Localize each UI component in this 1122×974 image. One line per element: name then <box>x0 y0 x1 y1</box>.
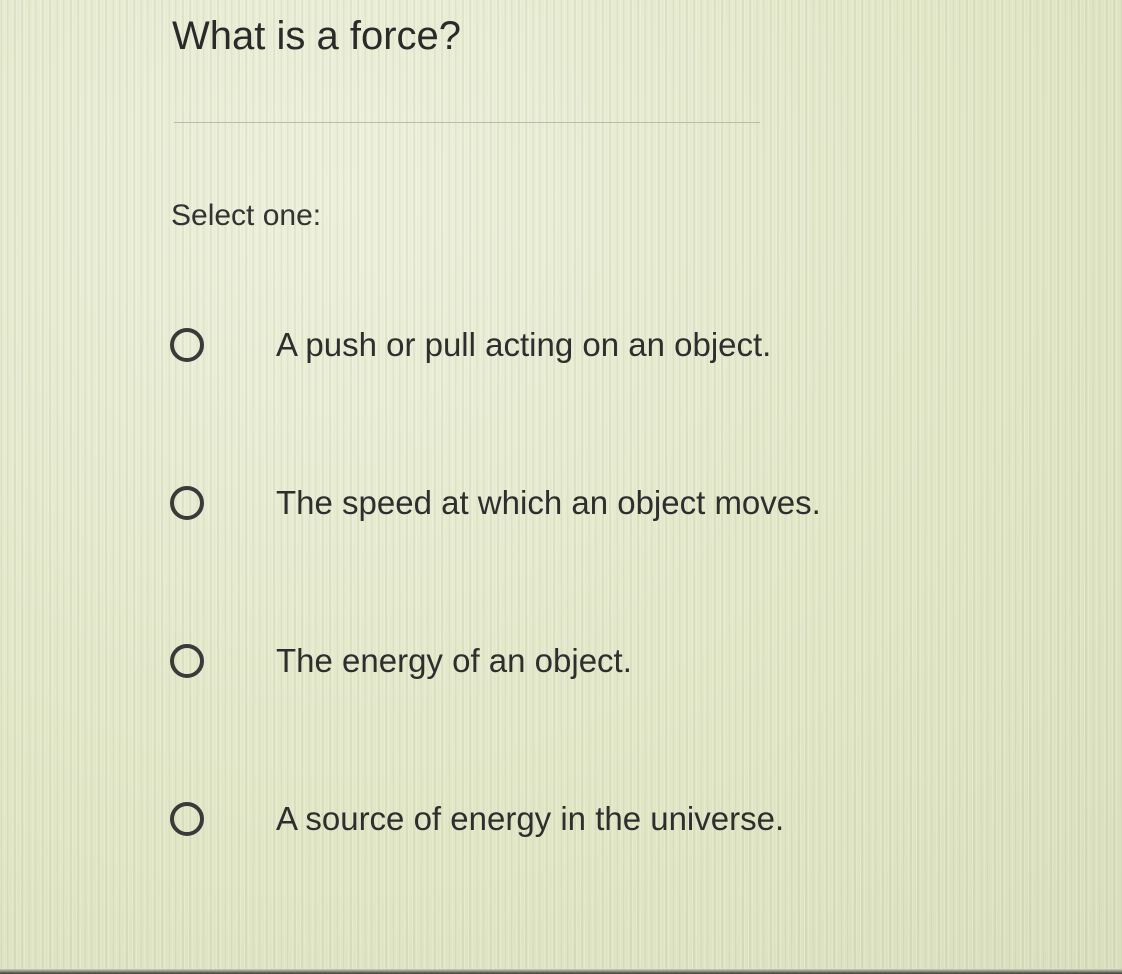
radio-button-3[interactable] <box>170 644 204 678</box>
answer-option-4-label[interactable]: A source of energy in the universe. <box>276 796 784 842</box>
answer-option-3-label[interactable]: The energy of an object. <box>276 638 632 684</box>
question-divider <box>174 122 760 123</box>
answer-option-4[interactable]: A source of energy in the universe. <box>168 796 888 856</box>
select-one-instruction: Select one: <box>171 199 322 232</box>
answer-option-2[interactable]: The speed at which an object moves. <box>168 480 888 540</box>
answer-option-2-label[interactable]: The speed at which an object moves. <box>276 480 821 526</box>
question-text: What is a force? <box>172 14 462 58</box>
answer-option-1[interactable]: A push or pull acting on an object. <box>168 322 888 382</box>
answer-option-1-label[interactable]: A push or pull acting on an object. <box>276 322 771 368</box>
radio-button-4[interactable] <box>170 802 204 836</box>
radio-button-1[interactable] <box>170 328 204 362</box>
answer-option-3[interactable]: The energy of an object. <box>168 638 888 698</box>
screen-bottom-bezel <box>0 969 1122 974</box>
radio-button-2[interactable] <box>170 486 204 520</box>
